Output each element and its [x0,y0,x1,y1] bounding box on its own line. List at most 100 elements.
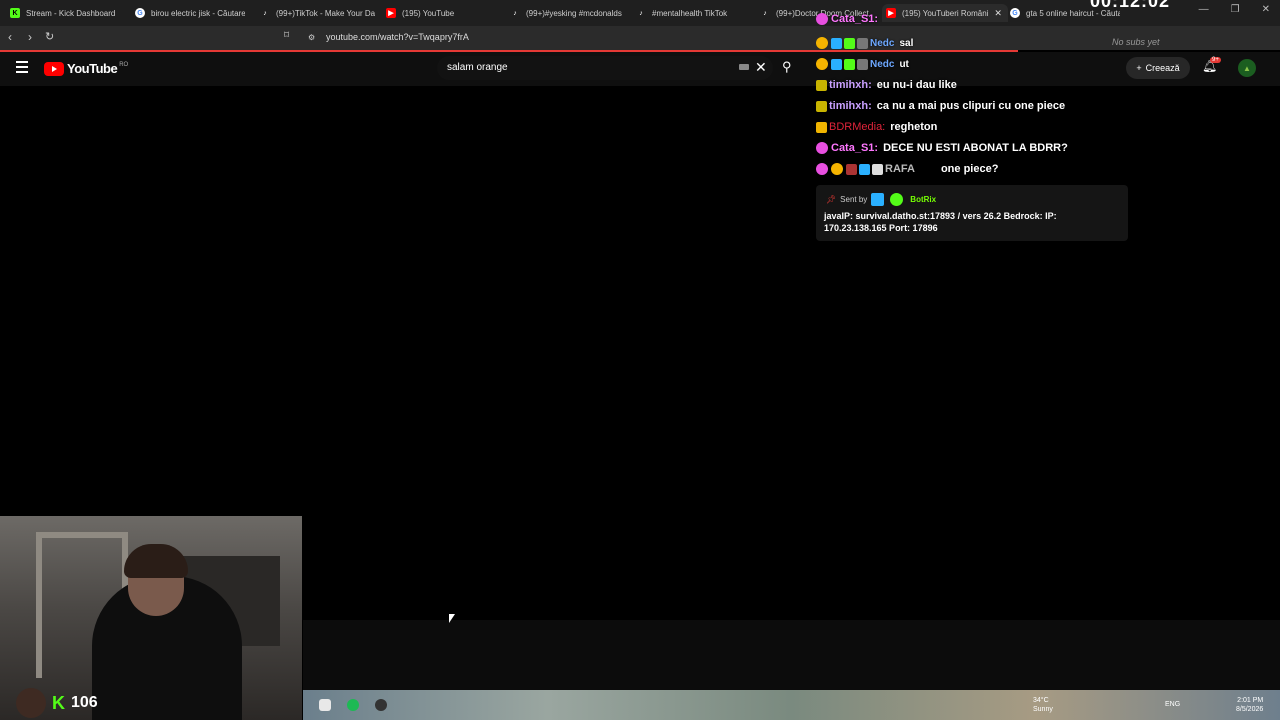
clock[interactable]: 2:01 PM 8/5/2026 [1236,696,1263,714]
url-field[interactable]: youtube.com/watch?v=Twqapry7frA [326,32,469,42]
browser-tab[interactable]: G birou electric jisk - Căutare G [135,4,245,22]
badge-icon [871,193,885,206]
address-bar-row: ‹ › ↻ ⌑ ⚙ youtube.com/watch?v=Twqapry7fr… [0,26,1280,50]
keyboard-icon[interactable] [739,64,749,70]
youtube-icon: ▶ [386,8,396,18]
chat-text: eu nu-i dau like [876,79,957,91]
kick-icon: K [52,692,65,713]
chat-username: Cata_S1: [831,13,879,25]
chat-message: Cata_S1: DECE NU ESTI ABONAT LA BDRR? [816,139,1068,157]
chat-text: sal [899,37,914,49]
temperature: 34°C [1033,697,1049,704]
tiktok-icon: ♪ [513,9,517,17]
weather-condition: Sunny [1033,706,1053,713]
taskbar: 34°C Sunny ENG 2:01 PM 8/5/2026 [303,690,1280,720]
page-lower-area [303,620,1280,690]
verified-badge-icon [890,193,904,206]
youtube-play-icon [44,61,64,76]
app-icon[interactable] [375,699,387,711]
site-info-icon[interactable]: ⚙ [308,33,315,42]
maximize-icon[interactable]: ❐ [1231,4,1240,15]
create-button[interactable]: + Creează [1126,57,1190,79]
badge-icon [816,100,827,112]
tiktok-icon: ♪ [763,9,767,17]
back-icon[interactable]: ‹ [8,30,12,44]
chat-username: BDRMedia: [829,121,886,133]
menu-icon[interactable] [16,61,28,76]
tab-label: (195) YouTube [402,8,455,18]
plus-icon: + [1136,63,1142,73]
chat-message: timihxh: ca nu a mai pus clipuri cu one … [816,97,1065,115]
streamer-avatar [16,688,46,718]
minimize-icon[interactable]: — [1199,4,1209,15]
search-input[interactable]: salam orange [447,62,508,73]
chat-username: Cata_S1: [831,142,879,154]
youtube-header: YouTube RO salam orange ✕ ⚲ + Creează 🔔︎… [0,52,1280,86]
youtube-wordmark: YouTube [67,61,118,76]
badge-icon [859,163,870,175]
browser-tab[interactable]: ♪ #mentalhealth TikTok [636,4,748,22]
window-controls: — ❐ ✕ [1199,4,1270,15]
badge-icon [846,163,857,175]
chat-message: Cata_S1: [816,10,883,28]
streamer-hair [124,544,188,578]
mouse-cursor-icon [449,614,455,623]
spotify-icon[interactable] [347,699,359,711]
google-icon: G [135,8,145,18]
close-window-icon[interactable]: ✕ [1262,4,1270,15]
chat-message: RAFA one piece? [816,160,998,178]
weather-widget[interactable]: 34°C Sunny [1033,696,1053,714]
browser-tab-strip: K Stream - Kick Dashboard G birou electr… [0,0,1280,26]
sub-badge-icon [816,13,828,25]
browser-tab[interactable]: K Stream - Kick Dashboard [10,4,125,22]
youtube-logo[interactable]: YouTube RO [44,61,128,76]
stream-timer: 00:12:02 [1090,0,1171,11]
viewer-count: 106 [71,694,98,711]
region-code: RO [119,61,129,68]
browser-tab[interactable]: ♪ (99+)#yesking #mcdonalds [510,4,622,22]
youtube-icon: ▶ [886,8,896,18]
search-icon[interactable]: ⚲ [782,59,792,75]
badge-icon [831,58,842,70]
chat-message: Nedc ut [816,55,909,73]
tab-label: (195) YouTuberi Români [902,8,989,18]
gift-badge-icon [831,163,843,175]
badge-icon [816,79,827,91]
chat-username: Nedc [870,58,895,70]
sub-badge-icon [816,163,828,175]
bot-name: BotRix [910,195,937,204]
close-tab-icon[interactable]: ✕ [994,8,1002,19]
tiktok-icon: ♪ [263,9,267,17]
file-icon[interactable] [319,699,331,711]
chat-username: Nedc [870,37,895,49]
chat-message: timihxh: eu nu-i dau like [816,76,957,94]
account-avatar[interactable]: ▲ [1238,59,1256,77]
language-indicator[interactable]: ENG [1165,701,1180,708]
chat-username: timihxh: [829,100,872,112]
create-label: Creează [1145,63,1180,73]
tab-label: (99+)TikTok - Make Your Day [276,8,375,18]
reload-icon[interactable]: ↻ [45,30,54,43]
pin-icon: 📌︎ [826,195,837,204]
badge-icon [844,58,855,70]
tab-label: Stream - Kick Dashboard [26,8,116,18]
bookmark-icon[interactable]: ⌑ [284,30,289,41]
no-subs-label: No subs yet [1112,37,1160,47]
forward-icon[interactable]: › [28,30,32,44]
webcam-feed: K 106 [0,516,302,720]
crown-badge-icon [816,121,827,133]
sub-badge-icon [816,142,828,154]
browser-tab-active[interactable]: ▶ (195) YouTuberi Români ✕ [882,4,1008,22]
browser-tab[interactable]: ▶ (195) YouTube [386,4,501,22]
chat-text: one piece? [940,163,999,175]
badge-icon [857,37,868,49]
search-box[interactable]: salam orange ✕ [437,56,773,80]
tab-label: #mentalhealth TikTok [652,8,728,18]
browser-tab[interactable]: ♪ (99+)TikTok - Make Your Day [260,4,375,22]
chat-text: DECE NU ESTI ABONAT LA BDRR? [883,142,1068,154]
kick-icon: K [10,8,20,18]
tiktok-icon: ♪ [639,9,643,17]
bot-message: 📌︎ Sent by BotRix javaIP: survival.datho… [816,185,1128,241]
chat-text: regheton [890,121,938,133]
clear-search-icon[interactable]: ✕ [755,59,767,76]
